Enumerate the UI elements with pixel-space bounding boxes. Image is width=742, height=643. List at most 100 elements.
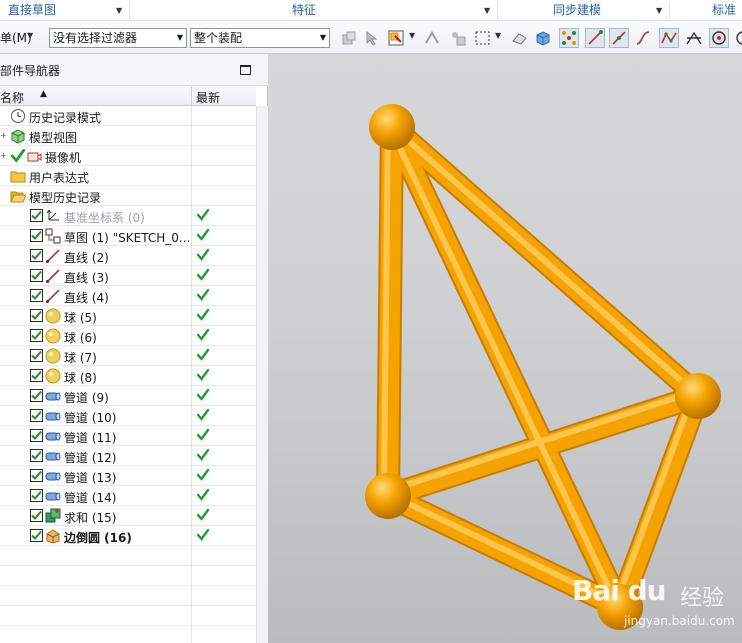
sphere-left[interactable] bbox=[365, 473, 411, 519]
sphere-right[interactable] bbox=[675, 373, 721, 419]
ribbon-group-direct-sketch[interactable]: 直接草图 bbox=[8, 0, 56, 21]
tree-row[interactable]: 管道 (14) bbox=[0, 486, 256, 506]
navigator-title: 部件导航器 bbox=[0, 64, 61, 78]
chevron-down-icon[interactable]: ▼ bbox=[495, 31, 501, 40]
column-divider bbox=[191, 106, 192, 126]
expand-icon[interactable]: + bbox=[0, 131, 7, 140]
visibility-checkbox[interactable] bbox=[30, 329, 43, 342]
tube-top-right[interactable] bbox=[385, 120, 697, 395]
sort-ascending-icon[interactable]: ▲ bbox=[40, 89, 47, 99]
midpoint-icon[interactable] bbox=[609, 28, 629, 48]
intersection-point-icon[interactable] bbox=[685, 29, 703, 47]
tube-icon bbox=[45, 468, 61, 484]
visibility-checkbox[interactable] bbox=[30, 489, 43, 502]
visibility-checkbox[interactable] bbox=[30, 389, 43, 402]
up-to-date-check-icon bbox=[196, 328, 210, 342]
unite-icon bbox=[45, 508, 61, 524]
tree-row[interactable]: 球 (8) bbox=[0, 366, 256, 386]
tree-row[interactable]: 管道 (13) bbox=[0, 466, 256, 486]
tube-icon bbox=[45, 408, 61, 424]
tree-row[interactable]: 管道 (11) bbox=[0, 426, 256, 446]
tree-row[interactable]: 边倒圆 (16) bbox=[0, 526, 256, 546]
visibility-checkbox[interactable] bbox=[30, 509, 43, 522]
column-header-latest[interactable]: 最新 bbox=[196, 89, 220, 106]
tube-top-bottom[interactable] bbox=[385, 120, 619, 606]
sphere-top[interactable] bbox=[369, 104, 415, 150]
type-filter-dropdown[interactable]: 没有选择过滤器 ▼ bbox=[49, 28, 187, 48]
selection-scope-dropdown[interactable]: 整个装配 ▼ bbox=[190, 28, 330, 48]
chevron-down-icon[interactable]: ▼ bbox=[656, 0, 662, 21]
eraser-icon[interactable] bbox=[511, 29, 529, 47]
tree-row[interactable]: 求和 (15) bbox=[0, 506, 256, 526]
tree-row[interactable]: 球 (6) bbox=[0, 326, 256, 346]
tree-row[interactable]: 历史记录模式 bbox=[0, 106, 256, 126]
tree-row[interactable]: 球 (5) bbox=[0, 306, 256, 326]
visibility-checkbox[interactable] bbox=[30, 369, 43, 382]
tree-row[interactable]: 球 (7) bbox=[0, 346, 256, 366]
select-feature-icon[interactable] bbox=[449, 29, 467, 47]
tree-row[interactable]: 管道 (10) bbox=[0, 406, 256, 426]
tree-row-label: 模型视图 bbox=[29, 131, 78, 145]
endpoint-icon[interactable] bbox=[585, 28, 605, 48]
tree-row[interactable]: 直线 (3) bbox=[0, 266, 256, 286]
visibility-checkbox[interactable] bbox=[30, 409, 43, 422]
tree-row[interactable]: + 摄像机 bbox=[0, 146, 256, 166]
graphics-window[interactable]: Bai du 经验 jingyan.baidu.com bbox=[268, 54, 742, 643]
ribbon-group-feature[interactable]: 特征 bbox=[292, 0, 316, 21]
chevron-down-icon[interactable]: ▼ bbox=[409, 31, 415, 40]
assembly-filter-icon[interactable] bbox=[340, 29, 358, 47]
pointer-icon[interactable] bbox=[364, 29, 382, 47]
expand-icon[interactable]: + bbox=[0, 151, 7, 160]
control-point-icon[interactable] bbox=[659, 28, 679, 48]
tree-row[interactable]: 用户表达式 bbox=[0, 166, 256, 186]
column-divider[interactable] bbox=[191, 86, 192, 106]
chevron-down-icon[interactable]: ▼ bbox=[116, 0, 122, 21]
select-box-icon[interactable] bbox=[387, 29, 405, 47]
line-icon bbox=[45, 288, 61, 304]
visibility-checkbox[interactable] bbox=[30, 349, 43, 362]
curve-point-icon[interactable] bbox=[634, 29, 652, 47]
visibility-checkbox[interactable] bbox=[30, 289, 43, 302]
rectangle-select-icon[interactable] bbox=[474, 29, 492, 47]
column-divider bbox=[191, 426, 192, 446]
empty-row bbox=[0, 546, 256, 566]
ribbon-group-standard-parts[interactable]: 标准件 bbox=[712, 0, 742, 38]
visibility-checkbox[interactable] bbox=[30, 209, 43, 222]
quadrant-point-icon[interactable] bbox=[734, 29, 742, 47]
tetrahedron-model[interactable] bbox=[268, 54, 742, 643]
column-header-name[interactable]: 名称 bbox=[0, 89, 24, 106]
ribbon-group-bar: 直接草图 ▼ 特征 ▼ 同步建模 ▼ 标准件 bbox=[0, 0, 742, 38]
ribbon-group-sync-modeling[interactable]: 同步建模 bbox=[553, 0, 601, 21]
snap-points-icon[interactable] bbox=[559, 28, 579, 48]
tube-left-right[interactable] bbox=[381, 389, 697, 495]
tube-top-left[interactable] bbox=[381, 120, 391, 495]
chevron-down-icon[interactable]: ▼ bbox=[27, 31, 33, 40]
tree-row[interactable]: 管道 (12) bbox=[0, 446, 256, 466]
tree-row[interactable]: 管道 (9) bbox=[0, 386, 256, 406]
tree-row[interactable]: + 模型视图 bbox=[0, 126, 256, 146]
visibility-checkbox[interactable] bbox=[30, 269, 43, 282]
navigator-scrollbar[interactable] bbox=[256, 106, 268, 643]
line-icon bbox=[45, 268, 61, 284]
tree-row[interactable]: 直线 (2) bbox=[0, 246, 256, 266]
solid-body-icon[interactable] bbox=[534, 29, 552, 47]
visibility-checkbox[interactable] bbox=[30, 309, 43, 322]
tree-row[interactable]: 模型历史记录 bbox=[0, 186, 256, 206]
visibility-checkbox[interactable] bbox=[30, 449, 43, 462]
visibility-checkbox[interactable] bbox=[30, 229, 43, 242]
column-divider bbox=[191, 606, 192, 626]
chevron-down-icon[interactable]: ▼ bbox=[484, 0, 490, 21]
watermark-brand-cn: 经验 bbox=[680, 586, 725, 611]
visibility-checkbox[interactable] bbox=[30, 429, 43, 442]
tree-row[interactable]: 直线 (4) bbox=[0, 286, 256, 306]
visibility-checkbox[interactable] bbox=[30, 469, 43, 482]
tree-row[interactable]: 基准坐标系 (0) bbox=[0, 206, 256, 226]
maximize-icon[interactable] bbox=[240, 65, 251, 75]
visibility-checkbox[interactable] bbox=[30, 529, 43, 542]
visibility-checkbox[interactable] bbox=[30, 249, 43, 262]
arc-center-icon[interactable] bbox=[709, 28, 729, 48]
select-path-icon[interactable] bbox=[423, 29, 441, 47]
sphere-icon bbox=[45, 368, 61, 384]
tree-row[interactable]: 草图 (1) "SKETCH_0... bbox=[0, 226, 256, 246]
navigator-column-header: 名称 ▲ 最新 bbox=[0, 86, 256, 106]
